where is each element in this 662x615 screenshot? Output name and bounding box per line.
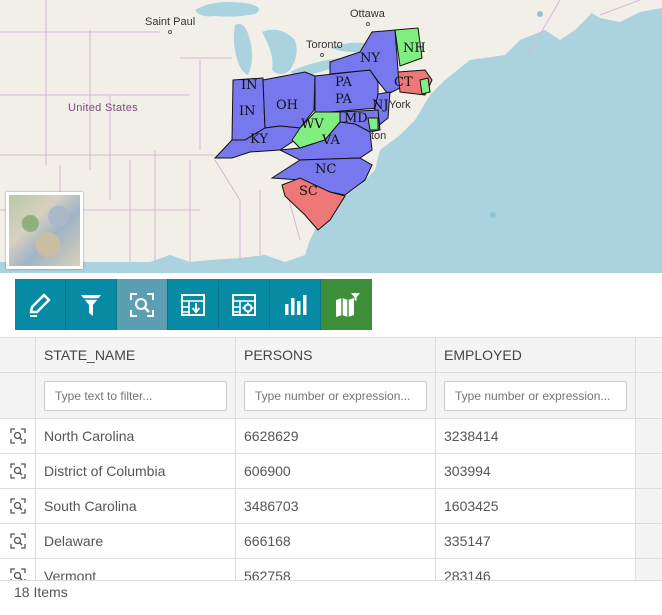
- state-label-ky: KY: [250, 132, 268, 147]
- filter-spacer: [0, 373, 36, 419]
- filter-icon: [81, 294, 101, 316]
- table-footer: 18 Items: [0, 580, 662, 615]
- country-label: United States: [68, 102, 138, 114]
- state-label-nj: NJ: [372, 98, 389, 113]
- cell-employed: 335147: [436, 524, 636, 559]
- column-header-persons[interactable]: PERSONS: [236, 338, 436, 373]
- city-marker: [168, 30, 172, 34]
- zoom-to-feature-button[interactable]: [0, 524, 36, 559]
- table-settings-icon: [232, 293, 256, 316]
- cell-persons: 606900: [236, 454, 436, 489]
- state-label-oh: OH: [276, 98, 298, 113]
- chart-button[interactable]: [270, 279, 321, 330]
- table-filter-row: [0, 373, 662, 419]
- employed-filter-input[interactable]: [444, 380, 627, 411]
- cell-employed: 303994: [436, 454, 636, 489]
- table-toolbar: [15, 279, 372, 330]
- filter-button[interactable]: [66, 279, 117, 330]
- sync-map-filter-icon: [335, 292, 360, 317]
- state-name-filter-input[interactable]: [44, 380, 227, 411]
- attribute-table: STATE_NAME PERSONS EMPLOYED North Caroli…: [0, 337, 662, 615]
- cell-persons: 666168: [236, 524, 436, 559]
- zoom-to-feature-icon: [9, 533, 26, 549]
- city-label-toronto: Toronto: [306, 39, 343, 51]
- table-row[interactable]: Delaware 666168 335147: [0, 524, 662, 559]
- map-view[interactable]: Saint Paul Ottawa Toronto York ton Unite…: [0, 0, 662, 273]
- item-count: 18 Items: [14, 584, 68, 600]
- cell-employed: 1603425: [436, 489, 636, 524]
- zoom-to-feature-button[interactable]: [0, 454, 36, 489]
- cell-state-name: District of Columbia: [36, 454, 236, 489]
- city-label-new-york: York: [389, 99, 411, 111]
- city-marker: [320, 53, 324, 57]
- state-label-nh: NH: [403, 41, 426, 56]
- state-label-in: IN: [239, 104, 256, 119]
- edit-button[interactable]: [15, 279, 66, 330]
- state-label-sc: SC: [299, 184, 318, 199]
- city-label-ottawa: Ottawa: [350, 8, 385, 20]
- zoom-to-feature-icon: [9, 498, 26, 514]
- table-settings-button[interactable]: [219, 279, 270, 330]
- city-marker: [366, 22, 370, 26]
- state-label-md: MD: [344, 111, 368, 126]
- sync-map-filter-button[interactable]: [321, 279, 372, 330]
- table-row[interactable]: District of Columbia 606900 303994: [0, 454, 662, 489]
- table-row[interactable]: North Carolina 6628629 3238414: [0, 419, 662, 454]
- zoom-to-feature-icon: [9, 428, 26, 444]
- state-label-pa: PA: [335, 75, 352, 90]
- zoom-to-feature-button[interactable]: [0, 419, 36, 454]
- state-label-wv: WV: [301, 117, 324, 132]
- header-scroll-spacer: [636, 338, 662, 373]
- column-header-employed[interactable]: EMPLOYED: [436, 338, 636, 373]
- column-header-state-name[interactable]: STATE_NAME: [36, 338, 236, 373]
- header-spacer: [0, 338, 36, 373]
- cell-state-name: South Carolina: [36, 489, 236, 524]
- state-label-nc: NC: [315, 162, 337, 177]
- zoom-to-selection-button[interactable]: [117, 279, 168, 330]
- table-header-row: STATE_NAME PERSONS EMPLOYED: [0, 338, 662, 373]
- state-label-va: VA: [322, 133, 340, 148]
- zoom-to-selection-icon: [130, 292, 154, 317]
- cell-persons: 3486703: [236, 489, 436, 524]
- export-button[interactable]: [168, 279, 219, 330]
- city-label-washington: ton: [371, 130, 387, 142]
- pencil-icon: [29, 292, 51, 317]
- export-table-icon: [181, 293, 205, 316]
- cell-employed: 3238414: [436, 419, 636, 454]
- overview-minimap[interactable]: [6, 192, 83, 269]
- cell-state-name: Delaware: [36, 524, 236, 559]
- zoom-to-feature-button[interactable]: [0, 489, 36, 524]
- table-row[interactable]: South Carolina 3486703 1603425: [0, 489, 662, 524]
- cell-persons: 6628629: [236, 419, 436, 454]
- cell-state-name: North Carolina: [36, 419, 236, 454]
- app-root: Saint Paul Ottawa Toronto York ton Unite…: [0, 0, 662, 615]
- state-label-ny: NY: [360, 51, 380, 66]
- city-label-saint-paul: Saint Paul: [145, 16, 196, 28]
- filter-scroll-spacer: [636, 373, 662, 419]
- state-label-pa: PA: [335, 92, 352, 107]
- state-label-in: IN: [241, 78, 258, 93]
- zoom-to-feature-icon: [9, 463, 26, 479]
- persons-filter-input[interactable]: [244, 380, 427, 411]
- bar-chart-icon: [285, 294, 307, 315]
- state-label-ct: CT: [394, 75, 413, 90]
